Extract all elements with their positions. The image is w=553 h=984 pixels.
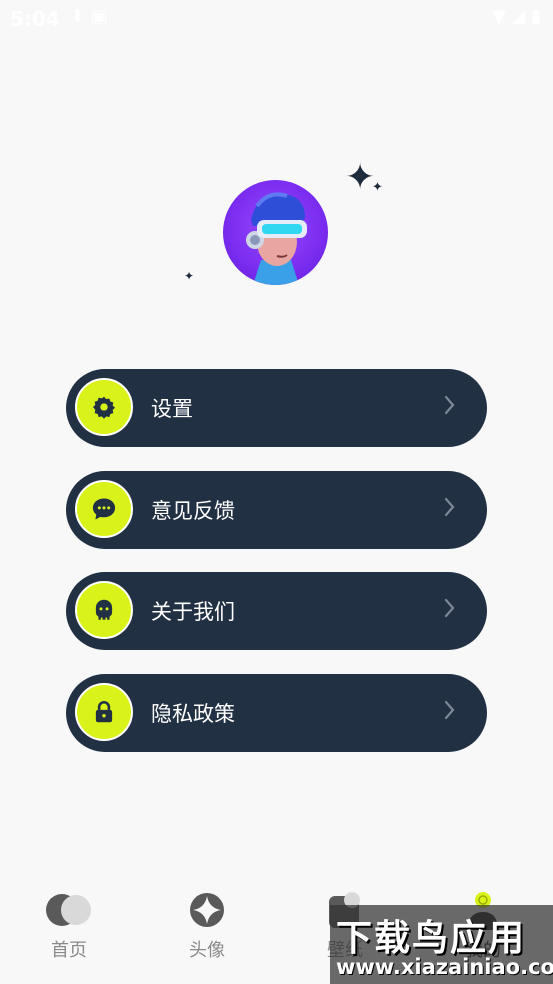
sparkle-icon: ✦ xyxy=(345,157,376,198)
tab-home[interactable]: 首页 xyxy=(0,870,138,970)
chevron-right-icon xyxy=(444,497,455,517)
status-time: 5:04 xyxy=(10,7,60,31)
gear-icon xyxy=(75,378,133,436)
menu-item-label: 设置 xyxy=(151,397,193,421)
notification-icons: ⬇ ▣ xyxy=(70,6,108,27)
chat-bubble-icon xyxy=(75,480,133,538)
system-icons: ▼ ◢ ▮ xyxy=(491,6,541,27)
tab-label: 首页 xyxy=(51,940,87,961)
chevron-right-icon xyxy=(444,395,455,415)
watermark-title: 下载鸟应用 xyxy=(336,918,527,959)
toggle-icon xyxy=(46,894,91,926)
avatar-illustration xyxy=(246,192,307,285)
avatar[interactable] xyxy=(223,180,328,285)
status-bar: 5:04 ⬇ ▣ ▼ ◢ ▮ xyxy=(0,0,553,38)
menu-item-privacy[interactable]: 隐私政策 xyxy=(66,674,487,752)
tab-avatar[interactable]: 头像 xyxy=(138,870,276,970)
ghost-icon xyxy=(75,581,133,639)
chevron-right-icon xyxy=(444,598,455,618)
sparkle-icon: ✦ xyxy=(372,180,383,195)
watermark: 下载鸟应用 www.xiazainiao.com xyxy=(330,905,553,984)
menu-item-label: 隐私政策 xyxy=(151,702,235,726)
watermark-url: www.xiazainiao.com xyxy=(336,955,553,979)
tab-label: 头像 xyxy=(189,940,225,961)
menu-item-feedback[interactable]: 意见反馈 xyxy=(66,471,487,549)
compass-star-icon xyxy=(190,893,224,927)
menu-item-label: 意见反馈 xyxy=(151,499,235,523)
lock-icon xyxy=(75,683,133,741)
sparkle-icon: ✦ xyxy=(184,269,195,283)
menu-item-settings[interactable]: 设置 xyxy=(66,369,487,447)
chevron-right-icon xyxy=(444,700,455,720)
menu-item-about[interactable]: 关于我们 xyxy=(66,572,487,650)
menu-item-label: 关于我们 xyxy=(151,600,235,624)
